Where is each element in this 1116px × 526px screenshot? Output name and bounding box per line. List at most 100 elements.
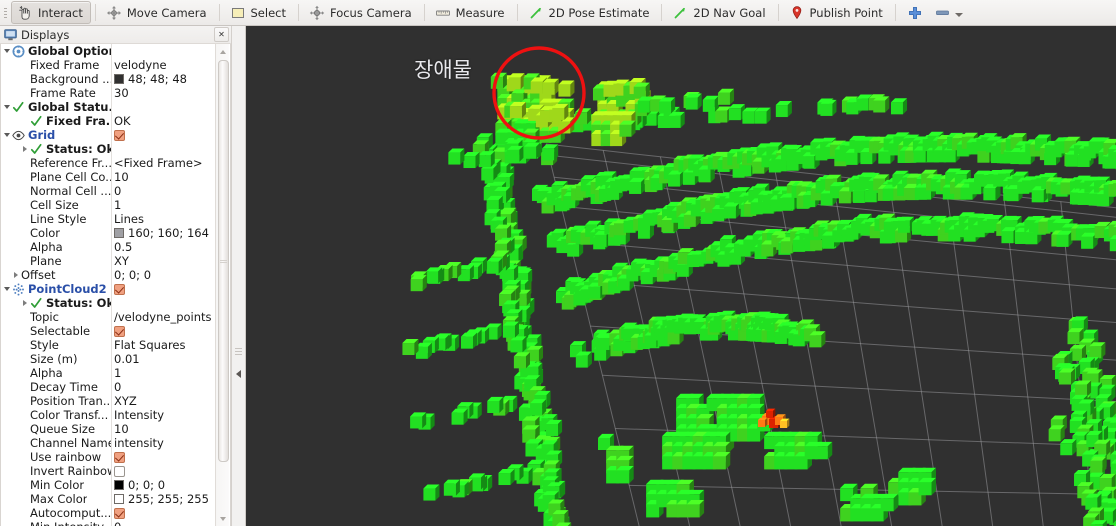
tree-row-invert-rainbow[interactable]: Invert Rainbow xyxy=(1,464,217,478)
tree-row-channel-name[interactable]: Channel Name intensity xyxy=(1,436,217,450)
tool-measure[interactable]: Measure xyxy=(429,1,513,24)
tree-row-min-intensity[interactable]: Min Intensity 0 xyxy=(1,520,217,526)
tree-row-value-cell[interactable]: 0 xyxy=(111,184,217,198)
tree-row-value-cell[interactable] xyxy=(111,324,217,338)
tree-row-topic[interactable]: Topic/velodyne_points xyxy=(1,310,217,324)
tree-row-value-cell[interactable]: 10 xyxy=(111,170,217,184)
toolbar-drag-grip[interactable] xyxy=(2,4,9,22)
tree-row-value-cell[interactable]: 0 xyxy=(111,520,217,526)
tree-row-plane-cell-co[interactable]: Plane Cell Co... 10 xyxy=(1,170,217,184)
tree-row-normal-cell[interactable]: Normal Cell ... 0 xyxy=(1,184,217,198)
tree-row-queue-size[interactable]: Queue Size 10 xyxy=(1,422,217,436)
tool-2d-pose-estimate[interactable]: 2D Pose Estimate xyxy=(522,1,658,24)
tree-row-autocomput[interactable]: Autocomput... xyxy=(1,506,217,520)
color-swatch[interactable] xyxy=(114,494,124,504)
render-view-3d[interactable]: 장애물 xyxy=(245,26,1116,526)
tree-row-color-transf[interactable]: Color Transf... Intensity xyxy=(1,408,217,422)
remove-tool-icon[interactable] xyxy=(934,5,952,21)
dock-splitter[interactable] xyxy=(232,26,245,526)
tree-row-value-cell[interactable]: Lines xyxy=(111,212,217,226)
expand-arrow-down-icon[interactable] xyxy=(3,100,12,114)
tree-row-value-cell[interactable] xyxy=(111,464,217,478)
tree-row-decay-time[interactable]: Decay Time 0 xyxy=(1,380,217,394)
tree-row-plane[interactable]: Plane XY xyxy=(1,254,217,268)
scrollbar-thumb[interactable] xyxy=(218,60,229,462)
tree-row-reference-fr[interactable]: Reference Fr... <Fixed Frame> xyxy=(1,156,217,170)
scroll-down-arrow-icon[interactable] xyxy=(216,512,229,525)
tree-row-style[interactable]: Style Flat Squares xyxy=(1,338,217,352)
row-checkbox[interactable] xyxy=(114,283,125,295)
plus-tool-icon[interactable] xyxy=(907,5,923,21)
tree-row-value-cell[interactable]: /velodyne_points xyxy=(111,310,217,324)
scroll-up-arrow-icon[interactable] xyxy=(216,45,229,58)
tree-row-value-cell[interactable]: 10 xyxy=(111,422,217,436)
tree-row-status-ok[interactable]: Status: Ok xyxy=(1,142,217,156)
tree-row-value-cell[interactable]: 0.5 xyxy=(111,240,217,254)
tool-move-camera[interactable]: Move Camera xyxy=(100,1,215,24)
tree-row-value-cell[interactable]: 0; 0; 0 xyxy=(111,478,217,492)
row-checkbox[interactable] xyxy=(114,465,125,477)
tree-row-min-color[interactable]: Min Color 0; 0; 0 xyxy=(1,478,217,492)
tree-row-value-cell[interactable] xyxy=(111,506,217,520)
chevron-down-icon[interactable] xyxy=(954,12,963,17)
tree-row-color[interactable]: Color 160; 160; 164 xyxy=(1,226,217,240)
tree-row-value-cell[interactable]: 48; 48; 48 xyxy=(111,72,217,86)
collapse-left-arrow-icon[interactable] xyxy=(233,362,244,386)
tool-focus-camera[interactable]: Focus Camera xyxy=(303,1,420,24)
tree-row-size-m[interactable]: Size (m) 0.01 xyxy=(1,352,217,366)
tree-row-value-cell[interactable]: intensity xyxy=(111,436,217,450)
row-checkbox[interactable] xyxy=(114,325,125,337)
tree-row-value-cell[interactable]: Flat Squares xyxy=(111,338,217,352)
tree-row-value-cell[interactable]: 255; 255; 255 xyxy=(111,492,217,506)
tree-row-status-ok[interactable]: Status: Ok xyxy=(1,296,217,310)
color-swatch[interactable] xyxy=(114,74,124,84)
tree-row-fixed-fra[interactable]: Fixed Fra...OK xyxy=(1,114,217,128)
tree-row-value-cell[interactable]: XYZ xyxy=(111,394,217,408)
tree-row-value-cell[interactable]: 0.01 xyxy=(111,352,217,366)
tree-row-value-cell[interactable]: OK xyxy=(111,114,217,128)
tool-2d-nav-goal[interactable]: 2D Nav Goal xyxy=(666,1,773,24)
tree-row-alpha[interactable]: Alpha 1 xyxy=(1,366,217,380)
color-swatch[interactable] xyxy=(114,480,124,490)
row-checkbox[interactable] xyxy=(114,129,125,141)
tree-row-value-cell[interactable] xyxy=(111,450,217,464)
tree-row-value-cell[interactable]: Intensity xyxy=(111,408,217,422)
tree-row-pointcloud2[interactable]: PointCloud2 xyxy=(1,282,217,296)
tree-row-frame-rate[interactable]: Frame Rate 30 xyxy=(1,86,217,100)
tree-row-value-cell[interactable]: 30 xyxy=(111,86,217,100)
row-checkbox[interactable] xyxy=(114,507,125,519)
tree-row-value-cell[interactable]: 1 xyxy=(111,366,217,380)
tree-row-offset[interactable]: Offset 0; 0; 0 xyxy=(1,268,217,282)
expand-arrow-right-icon[interactable] xyxy=(12,268,21,282)
expand-arrow-right-icon[interactable] xyxy=(21,142,30,156)
displays-tree-scrollbar[interactable] xyxy=(215,44,229,526)
tool-select[interactable]: Select xyxy=(224,1,294,24)
tree-row-fixed-frame[interactable]: Fixed Frame velodyne xyxy=(1,58,217,72)
expand-arrow-down-icon[interactable] xyxy=(3,128,12,142)
row-checkbox[interactable] xyxy=(114,451,125,463)
tree-row-value-cell[interactable] xyxy=(111,282,217,296)
color-swatch[interactable] xyxy=(114,228,124,238)
tree-row-line-style[interactable]: Line Style Lines xyxy=(1,212,217,226)
tree-row-value-cell[interactable]: <Fixed Frame> xyxy=(111,156,217,170)
tree-row-value-cell[interactable]: velodyne xyxy=(111,58,217,72)
tree-row-global-statu[interactable]: Global Statu... xyxy=(1,100,217,114)
tree-row-grid[interactable]: Grid xyxy=(1,128,217,142)
tree-row-value-cell[interactable] xyxy=(111,128,217,142)
tree-row-value-cell[interactable]: XY xyxy=(111,254,217,268)
tree-row-max-color[interactable]: Max Color 255; 255; 255 xyxy=(1,492,217,506)
expand-arrow-down-icon[interactable] xyxy=(3,44,12,58)
tree-row-value-cell[interactable]: 1 xyxy=(111,198,217,212)
close-icon[interactable]: ✕ xyxy=(214,27,229,42)
tree-row-value-cell[interactable]: 160; 160; 164 xyxy=(111,226,217,240)
tree-row-position-tran[interactable]: Position Tran... XYZ xyxy=(1,394,217,408)
tool-interact[interactable]: Interact xyxy=(11,1,91,24)
expand-arrow-down-icon[interactable] xyxy=(3,282,12,296)
tree-row-global-options[interactable]: Global Options xyxy=(1,44,217,58)
tree-row-background[interactable]: Background ... 48; 48; 48 xyxy=(1,72,217,86)
tree-row-value-cell[interactable]: 0 xyxy=(111,380,217,394)
tree-row-selectable[interactable]: Selectable xyxy=(1,324,217,338)
tree-row-cell-size[interactable]: Cell Size 1 xyxy=(1,198,217,212)
expand-arrow-right-icon[interactable] xyxy=(21,296,30,310)
tree-row-alpha[interactable]: Alpha 0.5 xyxy=(1,240,217,254)
